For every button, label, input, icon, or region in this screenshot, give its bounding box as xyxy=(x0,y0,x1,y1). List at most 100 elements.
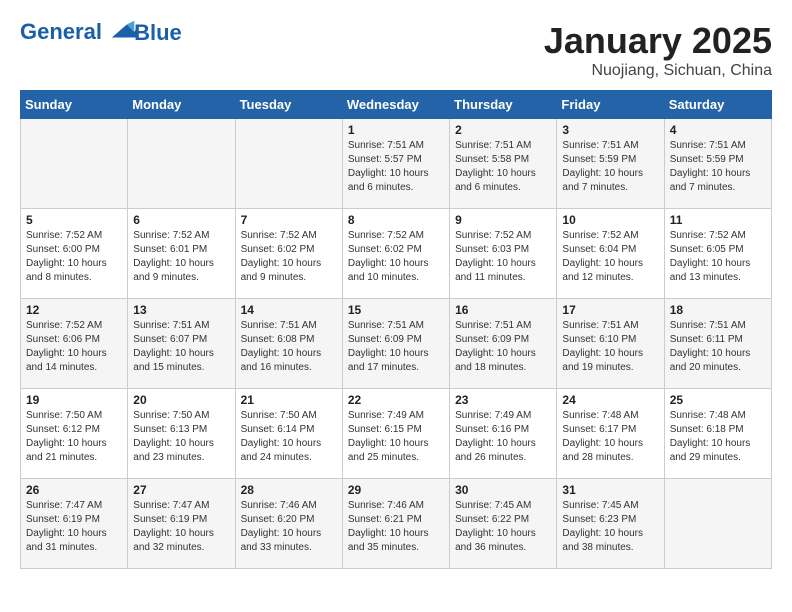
calendar-day-cell: 25 Sunrise: 7:48 AM Sunset: 6:18 PM Dayli… xyxy=(664,389,771,479)
day-number: 26 xyxy=(26,483,122,497)
calendar-day-cell: 14Sunrise: 7:51 AM Sunset: 6:08 PM Dayli… xyxy=(235,299,342,389)
day-number: 14 xyxy=(241,303,337,317)
day-number: 30 xyxy=(455,483,551,497)
day-info: Sunrise: 7:51 AM Sunset: 6:07 PM Dayligh… xyxy=(133,319,229,375)
day-number: 19 xyxy=(26,393,122,407)
day-number: 31 xyxy=(562,483,658,497)
calendar-day-cell: 5 Sunrise: 7:52 AM Sunset: 6:00 PM Daylig… xyxy=(21,209,128,299)
day-info: Sunrise: 7:52 AM Sunset: 6:03 PM Dayligh… xyxy=(455,229,551,285)
logo-text: General xyxy=(20,20,138,45)
title-block: January 2025 Nuojiang, Sichuan, China xyxy=(544,20,772,80)
day-number: 28 xyxy=(241,483,337,497)
calendar-header-cell: Sunday xyxy=(21,91,128,119)
day-info: Sunrise: 7:52 AM Sunset: 6:00 PM Dayligh… xyxy=(26,229,122,285)
calendar-day-cell: 30Sunrise: 7:45 AM Sunset: 6:22 PM Dayli… xyxy=(450,479,557,569)
day-info: Sunrise: 7:52 AM Sunset: 6:02 PM Dayligh… xyxy=(241,229,337,285)
calendar-day-cell: 15 Sunrise: 7:51 AM Sunset: 6:09 PM Dayli… xyxy=(342,299,449,389)
calendar-day-cell: 31 Sunrise: 7:45 AM Sunset: 6:23 PM Dayli… xyxy=(557,479,664,569)
day-info: Sunrise: 7:52 AM Sunset: 6:04 PM Dayligh… xyxy=(562,229,658,285)
calendar-body: 1 Sunrise: 7:51 AM Sunset: 5:57 PM Daylig… xyxy=(21,119,772,569)
day-info: Sunrise: 7:51 AM Sunset: 6:10 PM Dayligh… xyxy=(562,319,658,375)
calendar-subtitle: Nuojiang, Sichuan, China xyxy=(544,62,772,80)
calendar-day-cell: 9 Sunrise: 7:52 AM Sunset: 6:03 PM Daylig… xyxy=(450,209,557,299)
calendar-day-cell: 23Sunrise: 7:49 AM Sunset: 6:16 PM Dayli… xyxy=(450,389,557,479)
calendar-header-cell: Saturday xyxy=(664,91,771,119)
day-number: 25 xyxy=(670,393,766,407)
day-info: Sunrise: 7:46 AM Sunset: 6:21 PM Dayligh… xyxy=(348,499,444,555)
day-info: Sunrise: 7:52 AM Sunset: 6:05 PM Dayligh… xyxy=(670,229,766,285)
day-number: 9 xyxy=(455,213,551,227)
day-number: 15 xyxy=(348,303,444,317)
calendar-day-cell: 17Sunrise: 7:51 AM Sunset: 6:10 PM Dayli… xyxy=(557,299,664,389)
page-header: General Blue January 2025 Nuojiang, Sich… xyxy=(20,20,772,80)
day-number: 11 xyxy=(670,213,766,227)
calendar-day-cell: 24 Sunrise: 7:48 AM Sunset: 6:17 PM Dayli… xyxy=(557,389,664,479)
day-number: 24 xyxy=(562,393,658,407)
calendar-title: January 2025 xyxy=(544,20,772,62)
calendar-day-cell: 13 Sunrise: 7:51 AM Sunset: 6:07 PM Dayli… xyxy=(128,299,235,389)
calendar-header-cell: Friday xyxy=(557,91,664,119)
day-info: Sunrise: 7:48 AM Sunset: 6:18 PM Dayligh… xyxy=(670,409,766,465)
day-info: Sunrise: 7:51 AM Sunset: 5:58 PM Dayligh… xyxy=(455,139,551,195)
day-info: Sunrise: 7:51 AM Sunset: 5:59 PM Dayligh… xyxy=(670,139,766,195)
day-info: Sunrise: 7:49 AM Sunset: 6:16 PM Dayligh… xyxy=(455,409,551,465)
day-number: 3 xyxy=(562,123,658,137)
calendar-day-cell: 2Sunrise: 7:51 AM Sunset: 5:58 PM Daylig… xyxy=(450,119,557,209)
calendar-day-cell: 10 Sunrise: 7:52 AM Sunset: 6:04 PM Dayli… xyxy=(557,209,664,299)
calendar-day-cell: 6 Sunrise: 7:52 AM Sunset: 6:01 PM Daylig… xyxy=(128,209,235,299)
day-number: 16 xyxy=(455,303,551,317)
day-info: Sunrise: 7:52 AM Sunset: 6:06 PM Dayligh… xyxy=(26,319,122,375)
calendar-week-row: 5 Sunrise: 7:52 AM Sunset: 6:00 PM Daylig… xyxy=(21,209,772,299)
calendar-header-row: SundayMondayTuesdayWednesdayThursdayFrid… xyxy=(21,91,772,119)
day-info: Sunrise: 7:48 AM Sunset: 6:17 PM Dayligh… xyxy=(562,409,658,465)
calendar-day-cell: 26Sunrise: 7:47 AM Sunset: 6:19 PM Dayli… xyxy=(21,479,128,569)
day-number: 18 xyxy=(670,303,766,317)
calendar-day-cell: 7 Sunrise: 7:52 AM Sunset: 6:02 PM Daylig… xyxy=(235,209,342,299)
calendar-day-cell: 3Sunrise: 7:51 AM Sunset: 5:59 PM Daylig… xyxy=(557,119,664,209)
calendar-day-cell: 11 Sunrise: 7:52 AM Sunset: 6:05 PM Dayli… xyxy=(664,209,771,299)
calendar-week-row: 26 Sunrise: 7:47 AM Sunset: 6:19 PM Dayli… xyxy=(21,479,772,569)
day-info: Sunrise: 7:49 AM Sunset: 6:15 PM Dayligh… xyxy=(348,409,444,465)
calendar-day-cell xyxy=(21,119,128,209)
day-info: Sunrise: 7:51 AM Sunset: 6:11 PM Dayligh… xyxy=(670,319,766,375)
calendar-day-cell: 19 Sunrise: 7:50 AM Sunset: 6:12 PM Dayli… xyxy=(21,389,128,479)
calendar-day-cell: 27 Sunrise: 7:47 AM Sunset: 6:19 PM Dayli… xyxy=(128,479,235,569)
calendar-day-cell: 4 Sunrise: 7:51 AM Sunset: 5:59 PM Daylig… xyxy=(664,119,771,209)
day-info: Sunrise: 7:51 AM Sunset: 5:57 PM Dayligh… xyxy=(348,139,444,195)
day-info: Sunrise: 7:46 AM Sunset: 6:20 PM Dayligh… xyxy=(241,499,337,555)
day-info: Sunrise: 7:51 AM Sunset: 6:09 PM Dayligh… xyxy=(348,319,444,375)
day-number: 7 xyxy=(241,213,337,227)
day-info: Sunrise: 7:52 AM Sunset: 6:01 PM Dayligh… xyxy=(133,229,229,285)
calendar-day-cell: 22 Sunrise: 7:49 AM Sunset: 6:15 PM Dayli… xyxy=(342,389,449,479)
day-number: 10 xyxy=(562,213,658,227)
calendar-header-cell: Wednesday xyxy=(342,91,449,119)
day-number: 1 xyxy=(348,123,444,137)
day-info: Sunrise: 7:47 AM Sunset: 6:19 PM Dayligh… xyxy=(133,499,229,555)
day-number: 21 xyxy=(241,393,337,407)
day-info: Sunrise: 7:50 AM Sunset: 6:14 PM Dayligh… xyxy=(241,409,337,465)
day-info: Sunrise: 7:50 AM Sunset: 6:13 PM Dayligh… xyxy=(133,409,229,465)
day-number: 6 xyxy=(133,213,229,227)
day-info: Sunrise: 7:50 AM Sunset: 6:12 PM Dayligh… xyxy=(26,409,122,465)
calendar-day-cell xyxy=(128,119,235,209)
day-number: 20 xyxy=(133,393,229,407)
day-number: 4 xyxy=(670,123,766,137)
day-number: 27 xyxy=(133,483,229,497)
calendar-day-cell: 28 Sunrise: 7:46 AM Sunset: 6:20 PM Dayli… xyxy=(235,479,342,569)
calendar-day-cell: 18 Sunrise: 7:51 AM Sunset: 6:11 PM Dayli… xyxy=(664,299,771,389)
calendar-header-cell: Tuesday xyxy=(235,91,342,119)
day-number: 5 xyxy=(26,213,122,227)
calendar-day-cell: 12Sunrise: 7:52 AM Sunset: 6:06 PM Dayli… xyxy=(21,299,128,389)
calendar-week-row: 19 Sunrise: 7:50 AM Sunset: 6:12 PM Dayli… xyxy=(21,389,772,479)
calendar-week-row: 12Sunrise: 7:52 AM Sunset: 6:06 PM Dayli… xyxy=(21,299,772,389)
calendar-table: SundayMondayTuesdayWednesdayThursdayFrid… xyxy=(20,90,772,569)
day-number: 13 xyxy=(133,303,229,317)
calendar-day-cell: 20 Sunrise: 7:50 AM Sunset: 6:13 PM Dayli… xyxy=(128,389,235,479)
day-number: 22 xyxy=(348,393,444,407)
day-info: Sunrise: 7:52 AM Sunset: 6:02 PM Dayligh… xyxy=(348,229,444,285)
day-number: 8 xyxy=(348,213,444,227)
day-info: Sunrise: 7:45 AM Sunset: 6:23 PM Dayligh… xyxy=(562,499,658,555)
calendar-day-cell: 8 Sunrise: 7:52 AM Sunset: 6:02 PM Daylig… xyxy=(342,209,449,299)
calendar-header-cell: Monday xyxy=(128,91,235,119)
calendar-week-row: 1 Sunrise: 7:51 AM Sunset: 5:57 PM Daylig… xyxy=(21,119,772,209)
